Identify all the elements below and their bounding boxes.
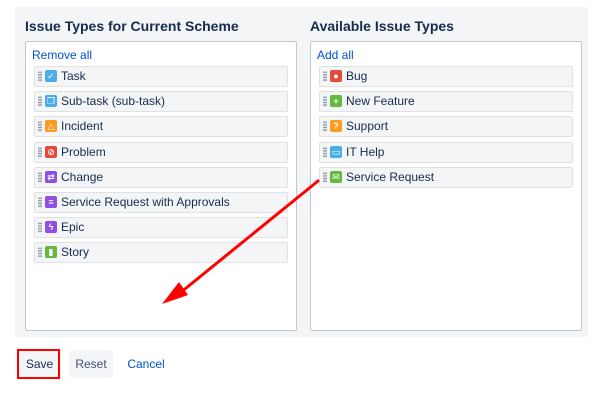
issue-type-label: Service Request xyxy=(346,169,435,184)
story-icon: ▮ xyxy=(45,246,57,259)
it-help-icon: ▭ xyxy=(330,145,342,158)
issue-type-label: Change xyxy=(61,169,104,184)
drag-handle-icon[interactable] xyxy=(323,71,327,82)
issue-type-item[interactable]: ▭ IT Help xyxy=(319,141,573,163)
problem-icon: ⊘ xyxy=(45,145,57,158)
issue-type-item[interactable]: + New Feature xyxy=(319,91,573,113)
current-scheme-title: Issue Types for Current Scheme xyxy=(25,18,239,34)
drag-handle-icon[interactable] xyxy=(38,171,42,183)
drag-handle-icon[interactable] xyxy=(38,121,42,133)
issue-type-scheme-editor: Issue Types for Current Scheme Remove al… xyxy=(15,7,588,337)
issue-type-label: Service Request with Approvals xyxy=(61,195,230,209)
change-icon: ⇄ xyxy=(45,170,57,183)
current-scheme-list[interactable]: Remove all ✓ Task ❐ Sub-task (sub-task) △ Inc… xyxy=(25,41,297,331)
remove-all-link[interactable]: Remove all xyxy=(32,48,92,62)
cancel-link[interactable]: Cancel xyxy=(122,350,170,378)
issue-type-label: Story xyxy=(61,245,90,260)
issue-type-label: New Feature xyxy=(346,94,415,109)
drag-handle-icon[interactable] xyxy=(38,146,42,158)
issue-type-label: Sub-task (sub-task) xyxy=(61,94,166,109)
drag-handle-icon[interactable] xyxy=(323,146,327,158)
issue-type-label: Incident xyxy=(61,119,104,134)
drag-handle-icon[interactable] xyxy=(38,197,42,208)
issue-type-item[interactable]: ≡ Service Request with Approvals xyxy=(34,192,288,213)
epic-icon: ϟ xyxy=(45,221,57,234)
task-icon: ✓ xyxy=(45,70,57,82)
issue-type-label: Problem xyxy=(61,144,106,159)
drag-handle-icon[interactable] xyxy=(38,222,42,234)
issue-type-label: Epic xyxy=(61,220,85,235)
drag-handle-icon[interactable] xyxy=(38,71,42,82)
issue-type-label: IT Help xyxy=(346,144,385,159)
issue-type-item[interactable]: ● Bug xyxy=(319,66,573,87)
support-icon: ? xyxy=(330,120,342,133)
incident-icon: △ xyxy=(45,120,57,133)
drag-handle-icon[interactable] xyxy=(38,96,42,108)
drag-handle-icon[interactable] xyxy=(323,121,327,133)
issue-type-label: Bug xyxy=(346,69,368,83)
available-types-title: Available Issue Types xyxy=(310,18,454,34)
new-feature-icon: + xyxy=(330,95,342,108)
issue-type-label: Task xyxy=(61,69,86,83)
issue-type-item[interactable]: ▮ Story xyxy=(34,242,288,264)
save-button[interactable]: Save xyxy=(18,350,61,378)
service-request-icon: ✉ xyxy=(330,170,342,183)
available-types-list[interactable]: Add all ● Bug + New Feature? Support ▭ IT Help… xyxy=(310,41,582,331)
bug-icon: ● xyxy=(330,70,342,82)
issue-type-item[interactable]: ✉ Service Request xyxy=(319,166,573,188)
subtask-icon: ❐ xyxy=(45,95,57,108)
issue-type-item[interactable]: △ Incident xyxy=(34,116,288,138)
drag-handle-icon[interactable] xyxy=(38,247,42,259)
issue-type-item[interactable]: ⇄ Change xyxy=(34,166,288,188)
drag-handle-icon[interactable] xyxy=(323,171,327,183)
issue-type-item[interactable]: ✓ Task xyxy=(34,66,288,87)
issue-type-label: Support xyxy=(346,119,389,134)
drag-handle-icon[interactable] xyxy=(323,96,327,108)
reset-button[interactable]: Reset xyxy=(69,350,113,378)
issue-type-item[interactable]: ❐ Sub-task (sub-task) xyxy=(34,91,288,113)
service-request-approvals-icon: ≡ xyxy=(45,196,57,208)
issue-type-item[interactable]: ⊘ Problem xyxy=(34,141,288,163)
add-all-link[interactable]: Add all xyxy=(317,48,354,62)
issue-type-item[interactable]: ? Support xyxy=(319,116,573,138)
issue-type-item[interactable]: ϟ Epic xyxy=(34,217,288,239)
